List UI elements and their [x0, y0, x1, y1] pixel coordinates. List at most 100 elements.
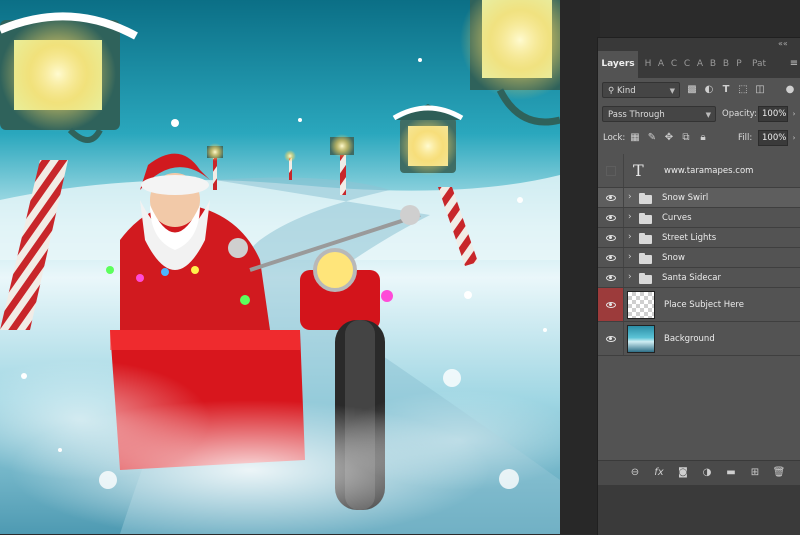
layer-name: www.taramapes.com	[664, 166, 754, 176]
lock-all-icon[interactable]: 🔒︎	[696, 130, 710, 146]
layer-name: Snow	[662, 253, 685, 263]
opacity-label: Opacity:	[722, 109, 757, 119]
lock-transparent-pixels-icon[interactable]: ▦	[628, 130, 642, 146]
lock-row: Lock: ▦ ✎ ✥ ⧉ 🔒︎ Fill: 100% ›	[598, 130, 800, 148]
chevron-right-icon[interactable]: ›	[628, 212, 632, 222]
tab-color[interactable]: C	[681, 51, 693, 78]
opacity-chevron-icon[interactable]: ›	[789, 106, 799, 122]
panel-empty-area	[598, 485, 800, 535]
adjustment-filter-icon[interactable]: ◐	[701, 82, 717, 98]
layers-bottom-toolbar: ⊖ fx ◙ ◑ ▬ ⊞ 🗑︎	[598, 460, 800, 485]
link-layers-icon[interactable]: ⊖	[628, 466, 642, 480]
layers-panel: «« Layers H A C C A B B P Pat ≡ ⚲ Kind ▼…	[597, 37, 800, 535]
fill-chevron-icon[interactable]: ›	[789, 130, 799, 146]
layer-row-background[interactable]: Background	[598, 322, 800, 356]
lock-position-icon[interactable]: ✥	[662, 130, 676, 146]
layer-row-snow-swirl[interactable]: › Snow Swirl	[598, 188, 800, 208]
layer-row-curves[interactable]: › Curves	[598, 208, 800, 228]
tab-channels[interactable]: C	[668, 51, 680, 78]
layer-thumbnail	[627, 325, 655, 353]
smart-object-filter-icon[interactable]: ◫	[752, 82, 768, 98]
layer-name: Santa Sidecar	[662, 273, 721, 283]
filter-row: ⚲ Kind ▼ ▩ ◐ T ⬚ ◫ ●	[598, 82, 800, 100]
kind-filter-select[interactable]: ⚲ Kind ▼	[602, 82, 680, 98]
folder-icon	[639, 253, 652, 264]
new-group-icon[interactable]: ▬	[724, 466, 738, 480]
tab-actions[interactable]: A	[655, 51, 667, 78]
layer-row-street-lights[interactable]: › Street Lights	[598, 228, 800, 248]
chevron-right-icon[interactable]: ›	[628, 232, 632, 242]
fx-icon[interactable]: fx	[652, 466, 666, 480]
lock-label: Lock:	[603, 133, 626, 143]
eye-icon	[606, 255, 616, 261]
eye-icon	[606, 215, 616, 221]
layer-name: Place Subject Here	[664, 300, 744, 310]
tab-layers[interactable]: Layers	[598, 51, 638, 78]
chevron-down-icon: ▼	[669, 87, 675, 95]
tab-paths[interactable]: P	[733, 51, 745, 78]
eye-icon	[606, 235, 616, 241]
text-layer-icon: T	[633, 161, 644, 180]
visibility-off-icon	[606, 166, 616, 176]
visibility-toggle[interactable]	[598, 248, 624, 267]
layer-thumbnail	[627, 291, 655, 319]
visibility-toggle[interactable]	[598, 154, 624, 187]
type-filter-icon[interactable]: T	[718, 82, 734, 98]
kind-filter-label: Kind	[616, 86, 636, 96]
opacity-input[interactable]: 100%	[758, 106, 788, 122]
eye-icon	[606, 302, 616, 308]
layer-name: Background	[664, 334, 715, 344]
folder-icon	[639, 273, 652, 284]
layer-row-santa-sidecar[interactable]: › Santa Sidecar	[598, 268, 800, 288]
folder-icon	[639, 193, 652, 204]
workspace-gutter	[560, 0, 600, 534]
eye-icon	[606, 195, 616, 201]
folder-icon	[639, 213, 652, 224]
panel-menu-icon[interactable]: ≡	[787, 51, 800, 78]
chevron-right-icon[interactable]: ›	[628, 192, 632, 202]
layer-row-place-subject-here[interactable]: Place Subject Here	[598, 288, 800, 322]
tab-history[interactable]: H	[642, 51, 654, 78]
collapse-panel-icon[interactable]: ««	[778, 39, 788, 48]
shape-filter-icon[interactable]: ⬚	[735, 82, 751, 98]
layer-row-watermark[interactable]: T www.taramapes.com	[598, 154, 800, 188]
folder-icon	[639, 233, 652, 244]
chevron-right-icon[interactable]: ›	[628, 272, 632, 282]
lock-image-pixels-icon[interactable]: ✎	[645, 130, 659, 146]
document-canvas[interactable]	[0, 0, 560, 534]
tab-brush-settings[interactable]: B	[720, 51, 732, 78]
lock-artboard-icon[interactable]: ⧉	[679, 130, 693, 146]
layer-name: Snow Swirl	[662, 193, 709, 203]
new-layer-icon[interactable]: ⊞	[748, 466, 762, 480]
artwork-image	[0, 0, 560, 534]
visibility-toggle[interactable]	[598, 188, 624, 207]
chevron-down-icon: ▼	[705, 111, 711, 119]
fill-label: Fill:	[738, 133, 753, 143]
blend-mode-select[interactable]: Pass Through ▼	[602, 106, 716, 122]
mask-icon[interactable]: ◙	[676, 466, 690, 480]
blend-mode-value: Pass Through	[608, 110, 665, 120]
visibility-toggle[interactable]	[598, 268, 624, 287]
visibility-toggle[interactable]	[598, 322, 624, 355]
adjustment-icon[interactable]: ◑	[700, 466, 714, 480]
tab-adjustments[interactable]: A	[694, 51, 706, 78]
eye-icon	[606, 336, 616, 342]
visibility-toggle[interactable]	[598, 288, 624, 321]
blend-row: Pass Through ▼ Opacity: 100% ›	[598, 106, 800, 124]
layer-name: Curves	[662, 213, 692, 223]
layer-row-snow[interactable]: › Snow	[598, 248, 800, 268]
layer-name: Street Lights	[662, 233, 717, 243]
visibility-toggle[interactable]	[598, 228, 624, 247]
filter-toggle-icon[interactable]: ●	[782, 82, 798, 98]
search-icon: ⚲	[608, 86, 615, 96]
visibility-toggle[interactable]	[598, 208, 624, 227]
fill-input[interactable]: 100%	[758, 130, 788, 146]
panel-titlebar[interactable]: ««	[598, 38, 800, 51]
panel-tabs: Layers H A C C A B B P Pat ≡	[598, 51, 800, 78]
eye-icon	[606, 275, 616, 281]
tab-brushes[interactable]: B	[707, 51, 719, 78]
pixel-filter-icon[interactable]: ▩	[684, 82, 700, 98]
tab-patterns[interactable]: Pat	[748, 51, 770, 78]
chevron-right-icon[interactable]: ›	[628, 252, 632, 262]
delete-icon[interactable]: 🗑︎	[772, 466, 786, 480]
